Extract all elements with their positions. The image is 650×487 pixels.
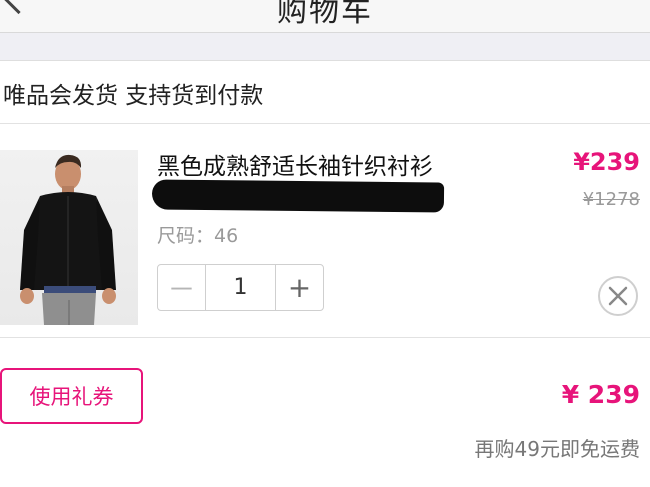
increase-quantity-button[interactable]: + [276,265,323,310]
quantity-value[interactable]: 1 [205,265,276,310]
decrease-quantity-button[interactable]: － [158,265,205,310]
quantity-stepper: － 1 + [157,264,324,311]
shipping-info-text: 唯品会发货 支持货到付款 [3,83,264,109]
remove-item-button[interactable] [598,276,638,316]
section-separator [0,33,650,61]
close-icon [608,286,628,306]
nav-bar: 购物车 [0,0,650,33]
product-original-price: ¥1278 [582,189,640,210]
free-shipping-note: 再购49元即免运费 [474,437,640,461]
product-name[interactable]: 黑色成熟舒适长袖针织衬衫 [157,147,433,181]
product-price: ¥239 [573,148,640,176]
product-model-illustration [20,154,116,325]
order-total: ¥ 239 [561,380,640,409]
shipping-info-row: 唯品会发货 支持货到付款 [0,61,650,124]
redacted-text-block [151,179,445,213]
cart-page: 购物车 唯品会发货 支持货到付款 黑色成熟舒适长袖针织衬衫 尺码：46 ¥239… [0,0,650,487]
page-title: 购物车 [277,0,373,29]
divider [0,337,650,338]
product-image[interactable] [0,150,138,325]
product-size: 尺码：46 [157,225,239,247]
use-coupon-button[interactable]: 使用礼券 [0,368,143,424]
